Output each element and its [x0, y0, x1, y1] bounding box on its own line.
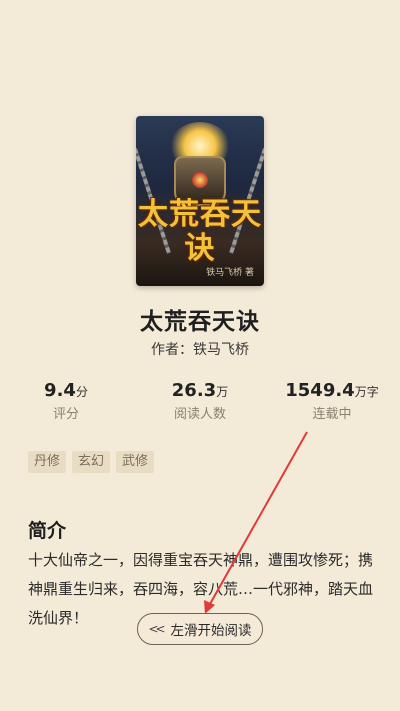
stat-status-label: 连载中	[312, 407, 352, 422]
stat-wordcount-unit: 万字	[354, 385, 379, 399]
stat-rating-label: 评分	[52, 407, 79, 422]
book-cover[interactable]: 太荒吞天诀 铁马飞桥 著	[136, 116, 264, 286]
cover-title-art: 太荒吞天诀	[138, 197, 262, 266]
stat-readers-label: 阅读人数	[173, 407, 226, 422]
cover-author: 铁马飞桥 著	[206, 268, 254, 278]
stat-rating-value: 9.4	[44, 380, 76, 401]
stats-row: 9.4分 评分 26.3万 阅读人数 1549.4万字 连载中	[0, 380, 400, 424]
intro-heading: 简介	[28, 520, 67, 542]
tag-item[interactable]: 玄幻	[72, 451, 111, 473]
stat-wordcount-value: 1549.4	[285, 380, 355, 401]
stat-readers: 26.3万 阅读人数	[140, 380, 260, 422]
tag-item[interactable]: 丹修	[28, 451, 67, 473]
start-reading-label: 左滑开始阅读	[170, 623, 252, 639]
stat-wordcount: 1549.4万字 连载中	[272, 380, 392, 422]
book-title: 太荒吞天诀	[140, 309, 260, 335]
double-chevron-left-icon: <<	[148, 622, 165, 636]
stat-rating: 9.4分 评分	[6, 380, 126, 422]
book-detail-page: 太荒吞天诀 铁马飞桥 著 太荒吞天诀 作者：铁马飞桥 9.4分 评分 26.3万…	[0, 0, 400, 711]
book-author[interactable]: 作者：铁马飞桥	[0, 339, 400, 359]
tag-list: 丹修 玄幻 武修	[28, 451, 155, 473]
stat-readers-value: 26.3	[171, 380, 217, 401]
stat-rating-unit: 分	[75, 385, 88, 399]
start-reading-button[interactable]: << 左滑开始阅读	[137, 613, 263, 645]
tag-item[interactable]: 武修	[116, 451, 155, 473]
stat-readers-unit: 万	[216, 385, 229, 399]
